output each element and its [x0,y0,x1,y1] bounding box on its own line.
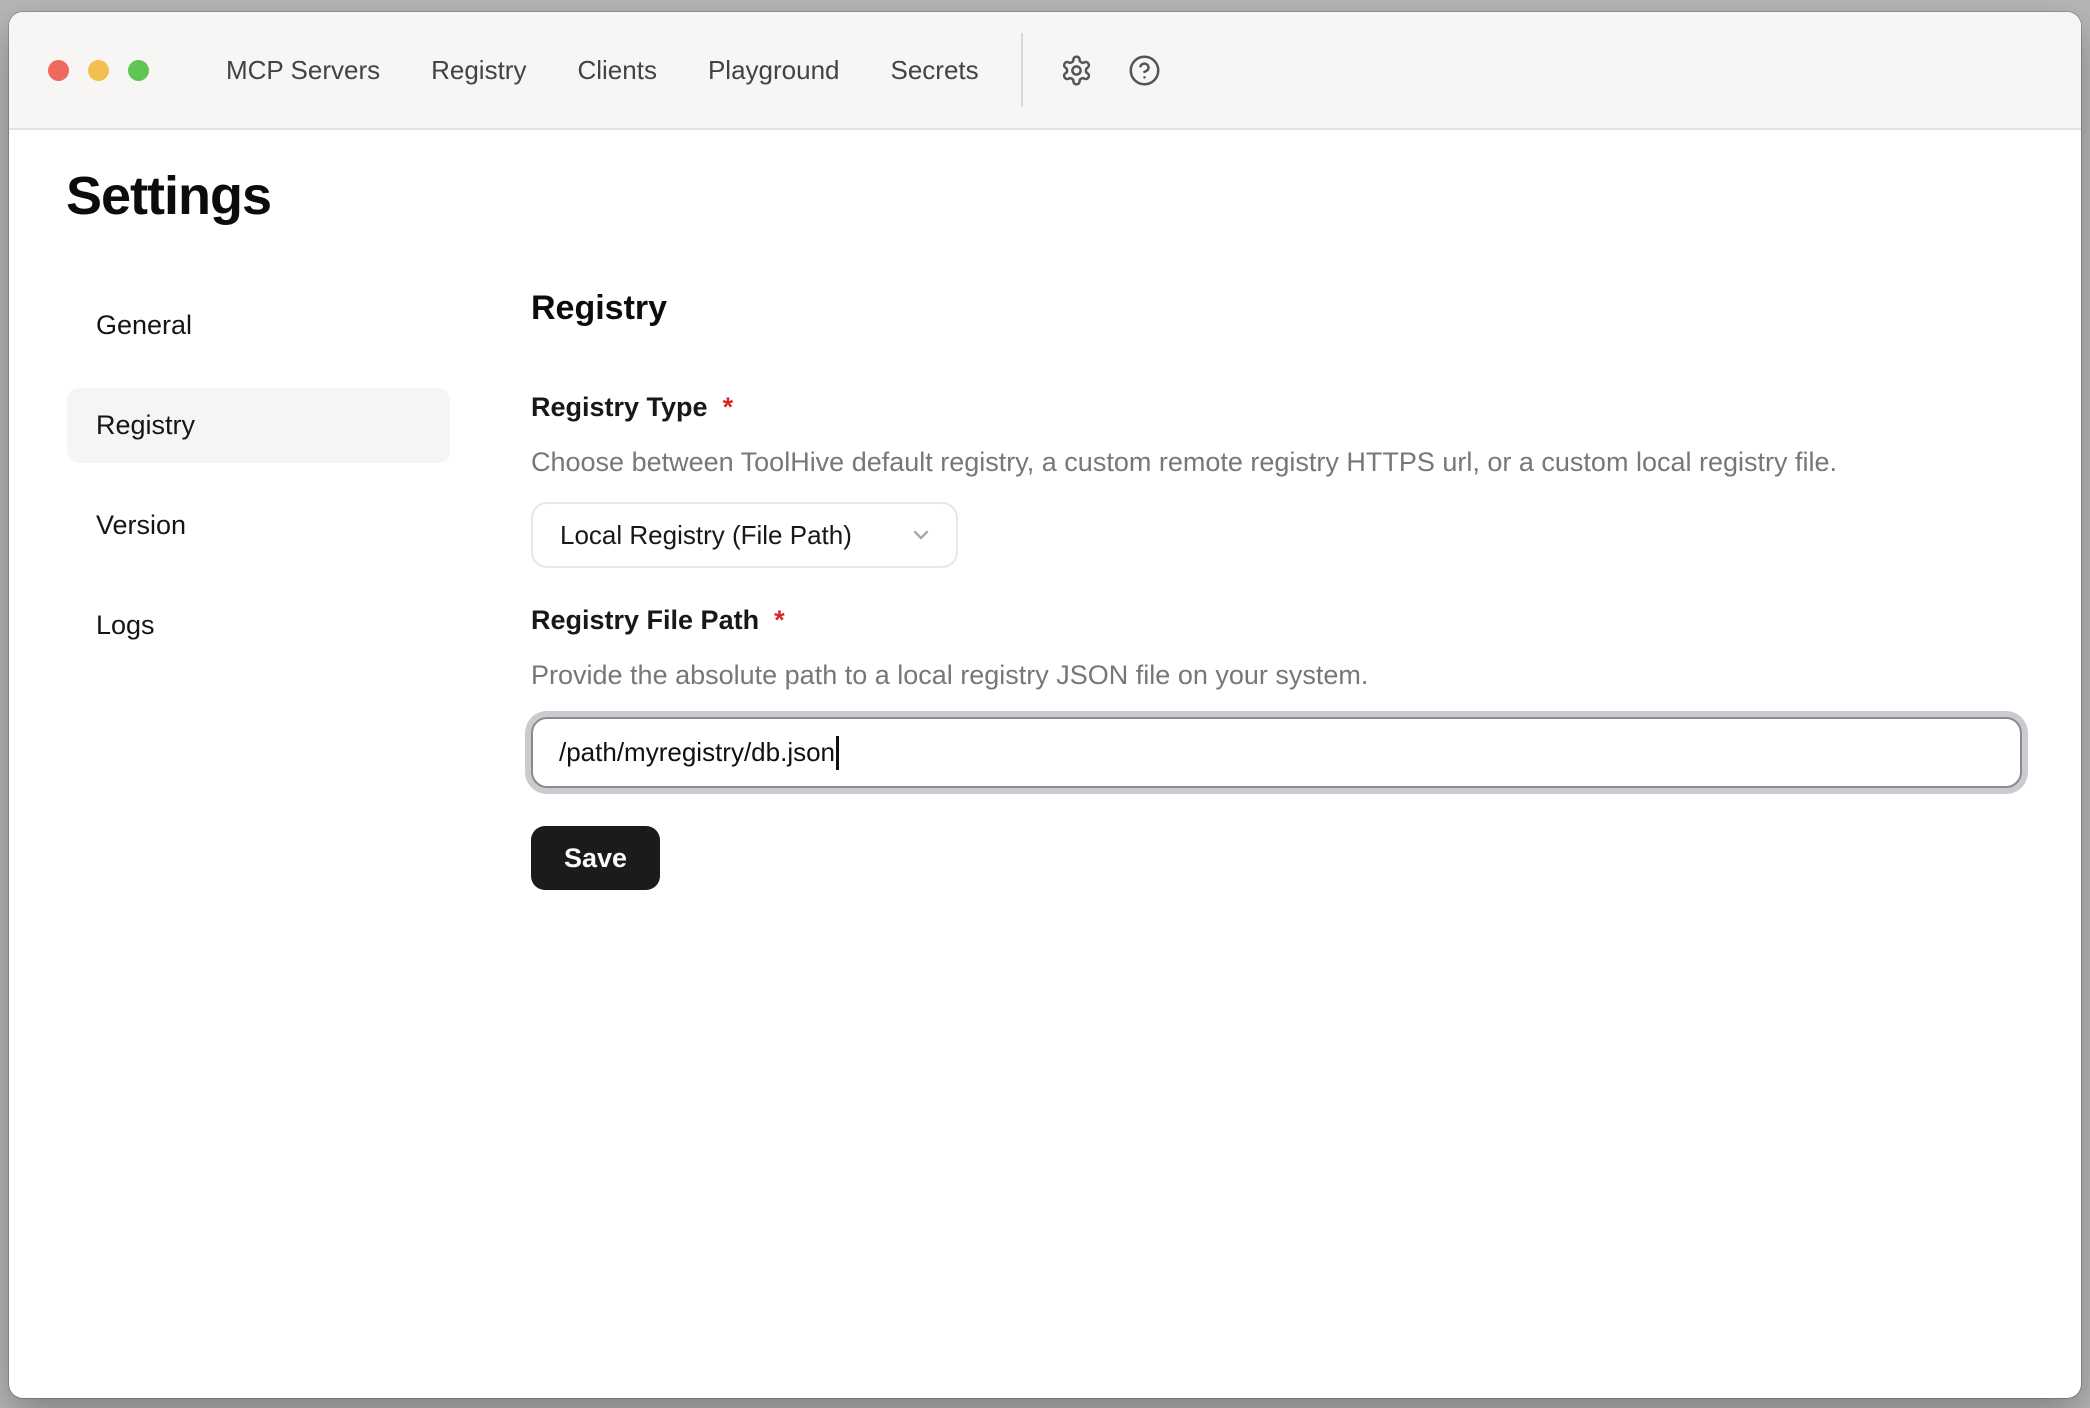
sidebar-item-version[interactable]: Version [67,488,450,563]
registry-type-label: Registry Type * [531,391,2022,423]
text-cursor [836,736,839,770]
save-button[interactable]: Save [531,826,660,890]
registry-file-path-label-text: Registry File Path [531,604,759,636]
help-circle-icon [1128,54,1161,87]
page-title: Settings [66,164,2081,228]
registry-file-path-input[interactable]: /path/myregistry/db.json [531,717,2022,788]
section-title: Registry [531,288,2022,329]
sidebar-item-logs[interactable]: Logs [67,588,450,663]
registry-type-select[interactable]: Local Registry (File Path) [531,502,958,568]
registry-file-path-label: Registry File Path * [531,604,2022,636]
zoom-button[interactable] [128,60,149,81]
close-button[interactable] [48,60,69,81]
required-asterisk: * [723,391,734,423]
settings-body: General Registry Version Logs Registry R… [9,288,2081,890]
settings-sidebar: General Registry Version Logs [67,288,450,890]
registry-type-description: Choose between ToolHive default registry… [531,446,2022,478]
nav-playground[interactable]: Playground [708,55,840,86]
chevron-down-icon [909,523,933,547]
app-window: MCP Servers Registry Clients Playground … [9,12,2081,1398]
registry-type-label-text: Registry Type [531,391,708,423]
sidebar-item-registry[interactable]: Registry [67,388,450,463]
titlebar-divider [1021,33,1023,107]
window-controls [48,60,149,81]
settings-button[interactable] [1057,50,1097,90]
nav-secrets[interactable]: Secrets [891,55,979,86]
titlebar: MCP Servers Registry Clients Playground … [9,12,2081,130]
help-button[interactable] [1125,50,1165,90]
required-asterisk: * [774,604,785,636]
settings-panel: Registry Registry Type * Choose between … [531,288,2022,890]
registry-file-path-description: Provide the absolute path to a local reg… [531,659,2022,691]
top-navigation: MCP Servers Registry Clients Playground … [226,55,979,86]
nav-clients[interactable]: Clients [577,55,656,86]
registry-file-path-value: /path/myregistry/db.json [559,737,835,768]
nav-registry[interactable]: Registry [431,55,526,86]
registry-type-selected-value: Local Registry (File Path) [560,520,852,551]
minimize-button[interactable] [88,60,109,81]
sidebar-item-general[interactable]: General [67,288,450,363]
gear-icon [1060,54,1093,87]
nav-mcp-servers[interactable]: MCP Servers [226,55,380,86]
